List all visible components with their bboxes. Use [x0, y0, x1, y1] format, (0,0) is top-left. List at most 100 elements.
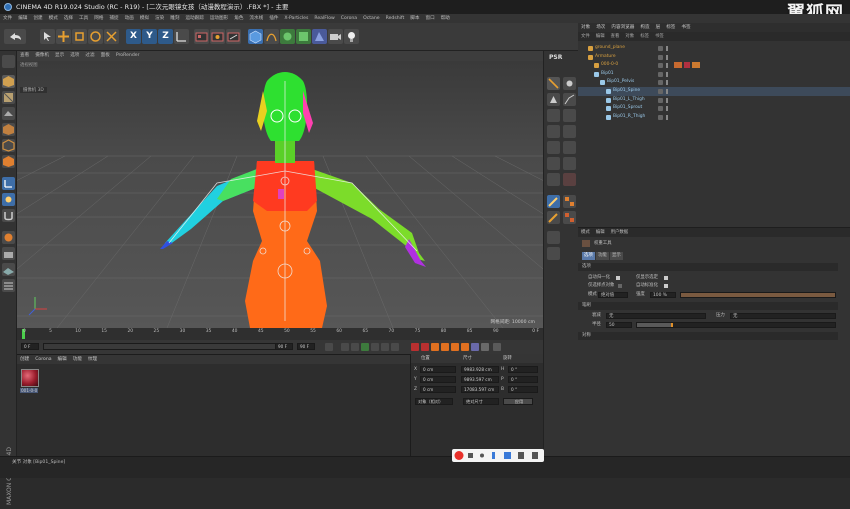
weight-smooth-icon[interactable]: [547, 211, 560, 224]
menu-item-8[interactable]: 动画: [122, 16, 137, 21]
render-view-icon[interactable]: [194, 29, 209, 44]
deformer-icon[interactable]: [296, 29, 311, 44]
radius-field[interactable]: 50: [609, 322, 615, 330]
menu-item-7[interactable]: 捕捉: [106, 16, 121, 21]
render-toggle-icon[interactable]: [666, 106, 668, 112]
weight-transfer-icon[interactable]: [563, 211, 576, 224]
input-method-toolbar[interactable]: [452, 449, 544, 462]
object-tab-1[interactable]: 场次: [593, 25, 608, 30]
render-toggle-icon[interactable]: [666, 71, 668, 77]
visibility-toggle-icon[interactable]: [658, 71, 663, 77]
play-button[interactable]: [361, 343, 369, 351]
object-tab-3[interactable]: 构造: [637, 25, 652, 30]
object-menu-item-0[interactable]: 文件: [578, 34, 593, 39]
coord-mode-select[interactable]: 对象（相对）: [415, 398, 453, 405]
object-row[interactable]: ground_plane: [578, 44, 850, 53]
object-menu-item-1[interactable]: 编辑: [593, 34, 608, 39]
render-toggle-icon[interactable]: [666, 54, 668, 60]
scale-key-button[interactable]: [451, 343, 459, 351]
menu-item-2[interactable]: 创建: [30, 16, 45, 21]
skin-icon[interactable]: [547, 125, 560, 138]
auto-standardize-checkbox[interactable]: [664, 284, 668, 288]
visibility-toggle-icon[interactable]: [658, 114, 663, 120]
prev-key-button[interactable]: [341, 343, 349, 351]
scene-icon[interactable]: [312, 29, 327, 44]
move-icon[interactable]: [56, 29, 71, 44]
mode-select[interactable]: 绝对值: [601, 292, 614, 300]
mirror-tool-icon[interactable]: [547, 109, 560, 122]
end-frame-field[interactable]: 90 F: [275, 343, 293, 350]
ik-chain-icon[interactable]: [563, 93, 576, 106]
cloth-icon[interactable]: [563, 157, 576, 170]
keyframe-selection-button[interactable]: [431, 343, 439, 351]
object-tab-4[interactable]: 层: [653, 25, 664, 30]
material-tab-2[interactable]: 编辑: [55, 357, 70, 362]
render-settings-icon[interactable]: [226, 29, 241, 44]
menu-item-21[interactable]: Redshift: [383, 16, 408, 21]
bone-tool-icon[interactable]: [563, 77, 576, 90]
pose-icon[interactable]: [563, 109, 576, 122]
object-menu-item-5[interactable]: 书签: [652, 34, 667, 39]
material-thumbnail[interactable]: [21, 369, 39, 387]
y-axis-lock-button[interactable]: Y: [142, 29, 157, 44]
planar-workplane-icon[interactable]: [2, 263, 15, 276]
viewport-menu-item-3[interactable]: 选项: [67, 53, 82, 58]
tab-display[interactable]: 显示: [610, 252, 623, 260]
menu-item-3[interactable]: 模式: [46, 16, 61, 21]
light-icon[interactable]: [344, 29, 359, 44]
anim-key-icon[interactable]: [547, 247, 560, 260]
menu-item-17[interactable]: X-Particles: [281, 16, 311, 21]
object-menu-item-2[interactable]: 查看: [608, 34, 623, 39]
coord-rotation-field[interactable]: 0 °: [508, 386, 538, 393]
coord-rotation-field[interactable]: 0 °: [508, 376, 538, 383]
object-row[interactable]: 000-0-0: [578, 61, 850, 70]
object-row[interactable]: Bip01_Sprout: [578, 104, 850, 113]
start-frame-field[interactable]: 0 F: [21, 343, 39, 350]
object-menu-item-4[interactable]: 标签: [637, 34, 652, 39]
rotate-icon[interactable]: [88, 29, 103, 44]
object-menu-item-3[interactable]: 对象: [622, 34, 637, 39]
generator-icon[interactable]: [280, 29, 295, 44]
next-frame-button[interactable]: [371, 343, 379, 351]
anim-record-icon[interactable]: [547, 231, 560, 244]
tweak-mode-icon[interactable]: [2, 193, 15, 206]
strength-slider[interactable]: [680, 292, 836, 298]
object-tab-5[interactable]: 标签: [663, 25, 678, 30]
menu-item-20[interactable]: Octane: [360, 16, 383, 21]
solo-icon[interactable]: [2, 231, 15, 244]
attribute-menu-item-0[interactable]: 模式: [578, 230, 593, 235]
falloff-select[interactable]: 无: [609, 313, 613, 321]
object-row[interactable]: Armature: [578, 53, 850, 62]
polygons-mode-icon[interactable]: [2, 155, 15, 168]
auto-normalize-checkbox[interactable]: [616, 276, 620, 280]
cube-primitive-icon[interactable]: [248, 29, 263, 44]
menu-item-14[interactable]: 角色: [231, 16, 246, 21]
size-mode-select[interactable]: 绝对尺寸: [463, 398, 499, 405]
points-mode-icon[interactable]: [2, 123, 15, 136]
visibility-toggle-icon[interactable]: [658, 89, 663, 94]
grid-icon[interactable]: [2, 279, 15, 292]
menu-item-13[interactable]: 运动图形: [207, 16, 231, 21]
workplane-icon[interactable]: [2, 107, 15, 120]
visibility-toggle-icon[interactable]: [658, 54, 663, 60]
menu-item-1[interactable]: 编辑: [15, 16, 30, 21]
coord-size-field[interactable]: 9983.928 cm: [461, 366, 499, 373]
texture-mode-icon[interactable]: [2, 91, 15, 104]
rotation-key-button[interactable]: [461, 343, 469, 351]
object-tab-0[interactable]: 对象: [578, 25, 593, 30]
selected-points-checkbox[interactable]: [618, 284, 622, 288]
next-key-button[interactable]: [381, 343, 389, 351]
material-tab-3[interactable]: 功能: [70, 357, 85, 362]
menu-item-10[interactable]: 渲染: [152, 16, 167, 21]
object-tab-6[interactable]: 书签: [678, 25, 693, 30]
paint-checker-icon[interactable]: [563, 195, 576, 208]
weight-tool-icon[interactable]: [547, 93, 560, 106]
coord-position-field[interactable]: 0 cm: [420, 366, 456, 373]
render-toggle-icon[interactable]: [666, 89, 668, 94]
recent-tool-icon[interactable]: [104, 29, 119, 44]
autokey-button[interactable]: [421, 343, 429, 351]
apply-button[interactable]: 应用: [503, 398, 533, 405]
go-to-start-button[interactable]: [325, 343, 333, 351]
viewport-menu-item-4[interactable]: 过滤: [82, 53, 97, 58]
pressure-select[interactable]: 无: [733, 313, 737, 321]
